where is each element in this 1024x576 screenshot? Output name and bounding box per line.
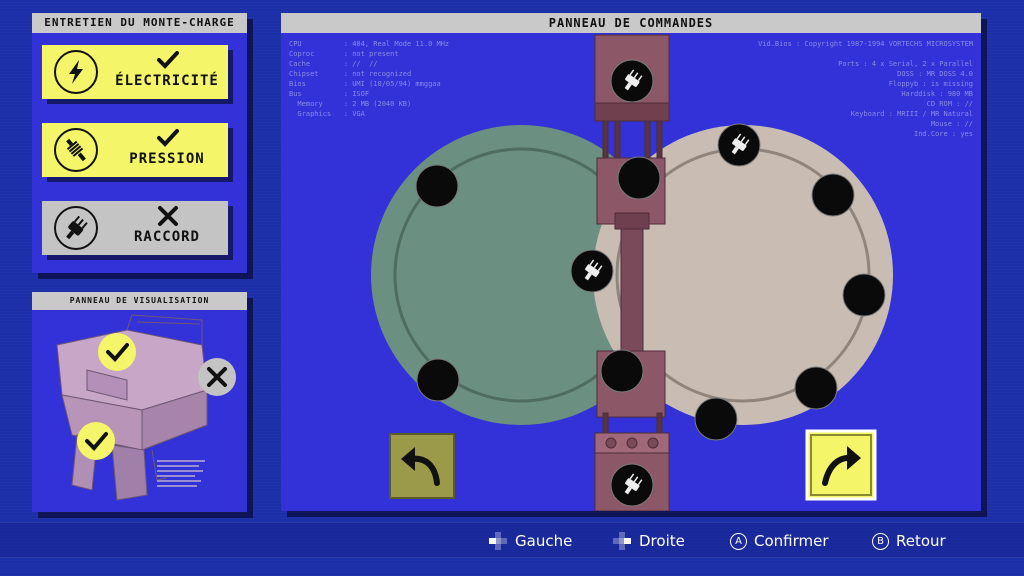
check-icon bbox=[157, 129, 179, 147]
plug-icon bbox=[54, 206, 98, 250]
plug-icon[interactable] bbox=[610, 463, 654, 507]
plug-icon[interactable] bbox=[570, 249, 614, 293]
hint-confirm[interactable]: A Confirmer bbox=[730, 531, 829, 551]
spring-icon bbox=[54, 128, 98, 172]
elevator-model-view bbox=[56, 314, 236, 501]
hint-back[interactable]: B Retour bbox=[872, 531, 946, 551]
task-pressure[interactable]: PRESSION bbox=[42, 123, 228, 177]
maintenance-panel: ENTRETIEN DU MONTE-CHARGE ÉLECTRICITÉ PR… bbox=[32, 13, 247, 273]
check-badge-2 bbox=[77, 422, 115, 460]
lightning-icon bbox=[54, 50, 98, 94]
check-icon bbox=[157, 51, 179, 69]
plug-icon[interactable] bbox=[717, 123, 761, 167]
dpad-right-icon bbox=[613, 532, 631, 550]
visualization-title: PANNEAU DE VISUALISATION bbox=[32, 292, 247, 310]
cross-icon bbox=[158, 206, 178, 226]
maintenance-title: ENTRETIEN DU MONTE-CHARGE bbox=[32, 13, 247, 33]
hint-right[interactable]: Droite bbox=[612, 531, 685, 551]
rotate-left-button[interactable] bbox=[389, 433, 455, 499]
command-panel-title: PANNEAU DE COMMANDES bbox=[281, 13, 981, 33]
task-coupling[interactable]: RACCORD bbox=[42, 201, 228, 255]
hint-back-label: Retour bbox=[896, 532, 946, 550]
hint-left[interactable]: Gauche bbox=[488, 531, 572, 551]
cross-badge bbox=[198, 358, 236, 396]
task-label: PRESSION bbox=[129, 151, 205, 167]
visualization-panel: PANNEAU DE VISUALISATION bbox=[32, 292, 247, 512]
check-badge-1 bbox=[98, 333, 136, 371]
rotate-right-button[interactable] bbox=[805, 429, 877, 501]
hint-right-label: Droite bbox=[639, 532, 685, 550]
command-panel: PANNEAU DE COMMANDES CPU : 404, Real Mod… bbox=[281, 13, 981, 511]
plug-icon[interactable] bbox=[610, 59, 654, 103]
hint-left-label: Gauche bbox=[515, 532, 573, 550]
b-button-icon: B bbox=[872, 532, 889, 550]
controls-bar: Gauche Droite A Confirmer B Retour bbox=[0, 522, 1024, 558]
a-button-icon: A bbox=[730, 532, 747, 550]
task-electricity[interactable]: ÉLECTRICITÉ bbox=[42, 45, 228, 99]
task-label: ÉLECTRICITÉ bbox=[115, 73, 219, 89]
task-label: RACCORD bbox=[133, 229, 200, 245]
dpad-left-icon bbox=[489, 532, 507, 550]
hint-confirm-label: Confirmer bbox=[754, 532, 829, 550]
